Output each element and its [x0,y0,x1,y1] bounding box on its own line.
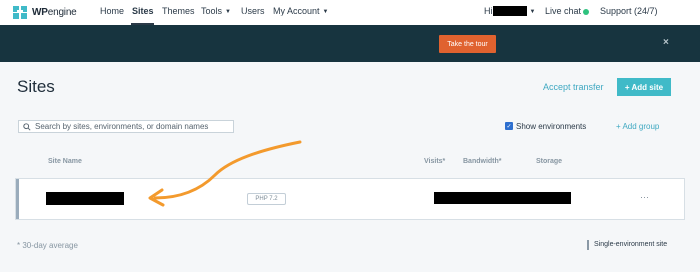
search-box [18,120,234,133]
legend-swatch [587,240,589,250]
column-header-site-name[interactable]: Site Name [48,158,82,165]
single-environment-indicator [16,179,19,219]
greeting-label: Hi [484,6,493,16]
redacted-site-stats [434,192,571,204]
chevron-down-icon: ▼ [529,9,536,15]
redacted-site-name[interactable] [46,192,124,205]
search-input[interactable] [35,122,230,131]
user-menu[interactable]: Hi ▼ [484,6,535,16]
add-site-button[interactable]: + Add site [617,78,671,96]
more-options-icon[interactable]: ··· [640,192,649,202]
live-chat-link[interactable]: Live chat [545,6,581,16]
column-header-bandwidth[interactable]: Bandwidth* [463,158,502,165]
thirty-day-footnote: * 30-day average [17,241,78,250]
accept-transfer-link[interactable]: Accept transfer [543,82,604,92]
wpengine-logo[interactable]: WPengine [13,6,77,19]
announcement-banner [0,25,700,62]
column-header-visits[interactable]: Visits* [424,158,445,165]
show-environments-checkbox[interactable]: ✓ [505,122,513,130]
php-version-badge: PHP 7.2 [247,193,286,205]
legend-label: Single-environment site [594,241,668,248]
search-icon [23,122,31,131]
nav-sites[interactable]: Sites [132,6,154,16]
column-header-storage[interactable]: Storage [536,158,562,165]
live-chat-status-dot [583,9,589,15]
take-tour-button[interactable]: Take the tour [439,35,496,53]
show-environments-label: Show environments [516,122,587,131]
close-icon[interactable]: × [663,37,669,48]
banner-message: We've added new features! Ready to put t… [185,13,448,24]
logo-icon [13,6,28,19]
add-group-link[interactable]: + Add group [616,122,659,131]
nav-home[interactable]: Home [100,6,124,16]
logo-text: WPengine [32,7,77,18]
support-link[interactable]: Support (24/7) [600,6,658,16]
redacted-username [492,6,527,16]
page-title: Sites [17,77,55,96]
